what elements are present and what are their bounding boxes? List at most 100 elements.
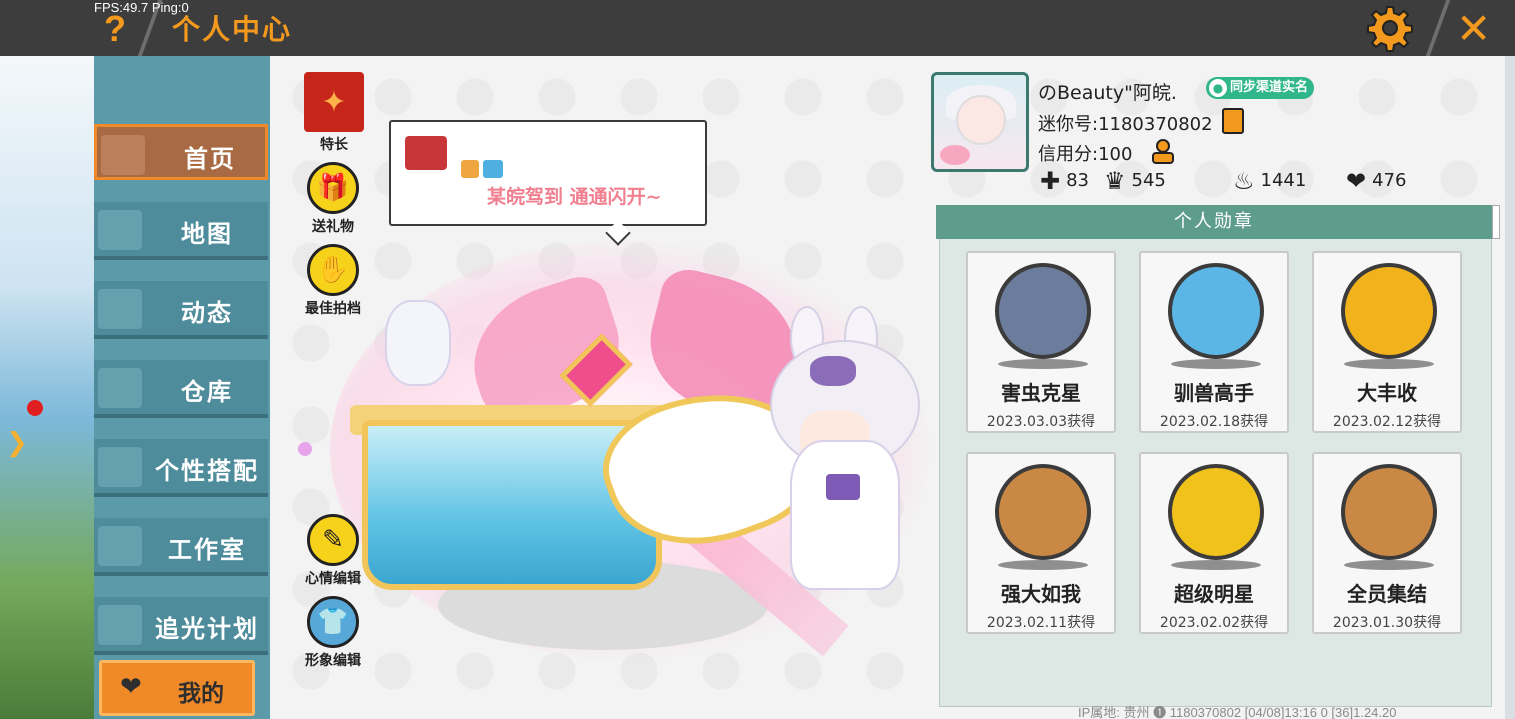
medal-date: 2023.02.12获得 xyxy=(1332,414,1442,430)
bell-icon xyxy=(98,289,142,329)
nav-item-outfit[interactable]: 个性搭配 xyxy=(94,439,268,497)
outfit-icon xyxy=(98,447,142,487)
specialty-button[interactable]: ✦ 特长 xyxy=(299,72,369,154)
stat-value: 545 xyxy=(1131,170,1166,191)
nav-item-label: 动态 xyxy=(181,299,233,327)
medal-icon xyxy=(995,263,1091,359)
character-tie xyxy=(826,474,860,500)
sync-label: 同步渠道实名 xyxy=(1230,80,1309,95)
medal-icon xyxy=(1341,464,1437,560)
close-button[interactable]: ✕ xyxy=(1456,4,1491,53)
medal-card[interactable]: 超级明星 2023.02.02获得 xyxy=(1139,452,1289,634)
medal-card[interactable]: 害虫克星 2023.03.03获得 xyxy=(966,251,1116,433)
nav-item-label: 追光计划 xyxy=(155,615,259,643)
medal-card[interactable]: 强大如我 2023.02.11获得 xyxy=(966,452,1116,634)
top-bar: FPS:49.7 Ping:0 ? 个人中心 ✕ xyxy=(0,0,1515,56)
mood-bubble[interactable]: 某皖驾到 通通闪开~ xyxy=(389,120,707,246)
medal-icon xyxy=(1168,263,1264,359)
nav-item-label: 仓库 xyxy=(181,378,233,406)
player-name: のBeauty"阿皖. xyxy=(1038,82,1177,104)
copy-icon[interactable] xyxy=(1222,108,1244,134)
stat-plus[interactable]: ✚ 83 xyxy=(1040,167,1089,195)
best-partner-button[interactable]: ✋ 最佳拍档 xyxy=(298,244,368,318)
nav-item-label: 工作室 xyxy=(168,536,246,564)
chevron-right-icon[interactable]: ❯ xyxy=(6,428,28,458)
medal-stand xyxy=(998,359,1088,369)
medal-stand xyxy=(1344,560,1434,570)
panel-edge xyxy=(1505,56,1515,719)
avatar[interactable] xyxy=(931,72,1029,172)
medal-stand xyxy=(1344,359,1434,369)
badge-icon xyxy=(461,160,479,178)
mini-id: 迷你号:1180370802 xyxy=(1038,114,1213,135)
medal-name: 害虫克星 xyxy=(1001,381,1081,405)
notification-dot xyxy=(27,400,43,416)
hearts-icon: ❤ xyxy=(1346,167,1367,195)
medal-date: 2023.03.03获得 xyxy=(986,414,1096,430)
divider xyxy=(1425,0,1451,56)
action-label: 心情编辑 xyxy=(305,571,361,587)
gift-icon: 🎁 xyxy=(307,162,359,214)
nav-item-label: 首页 xyxy=(184,145,236,173)
action-label: 最佳拍档 xyxy=(305,301,361,317)
medal-name: 驯兽高手 xyxy=(1174,381,1254,405)
user-icon: ● xyxy=(1209,79,1227,97)
medal-name: 全员集结 xyxy=(1347,582,1427,606)
outfit-edit-icon: 👕 xyxy=(307,596,359,648)
mood-message: 某皖驾到 通通闪开~ xyxy=(487,186,662,208)
medal-date: 2023.02.18获得 xyxy=(1159,414,1269,430)
nav-item-label: 个性搭配 xyxy=(155,457,259,485)
medal-header: 个人勋章 xyxy=(936,205,1492,239)
help-button[interactable]: ? xyxy=(104,8,126,50)
nav-item-plan[interactable]: 追光计划 xyxy=(94,597,268,655)
medal-date: 2023.02.02获得 xyxy=(1159,615,1269,631)
medal-stand xyxy=(1171,560,1261,570)
heart-icon: ❤ xyxy=(120,672,142,702)
mine-label: 我的 xyxy=(178,681,224,707)
avatar-face xyxy=(956,95,1006,145)
plan-icon xyxy=(98,605,142,645)
nav-item-home[interactable]: 首页 xyxy=(94,124,268,180)
nav-item-warehouse[interactable]: 仓库 xyxy=(94,360,268,418)
send-gift-button[interactable]: 🎁 送礼物 xyxy=(298,162,368,236)
stat-value: 1441 xyxy=(1260,170,1307,191)
stat-value: 83 xyxy=(1066,170,1090,191)
character-body[interactable] xyxy=(790,440,900,590)
sync-realname-button[interactable]: ● 同步渠道实名 xyxy=(1206,77,1315,99)
medal-stand xyxy=(1171,359,1261,369)
bunny-plush xyxy=(385,300,451,386)
nav-item-map[interactable]: 地图 xyxy=(94,202,268,260)
warehouse-icon xyxy=(98,368,142,408)
medal-name: 强大如我 xyxy=(1001,582,1081,606)
mood-edit-button[interactable]: ✎ 心情编辑 xyxy=(298,514,368,588)
person-icon[interactable] xyxy=(1150,138,1176,164)
fans-icon: ♛ xyxy=(1104,167,1126,195)
medal-icon xyxy=(1168,464,1264,560)
medal-card[interactable]: 全员集结 2023.01.30获得 xyxy=(1312,452,1462,634)
medal-name: 大丰收 xyxy=(1357,381,1417,405)
map-icon xyxy=(98,210,142,250)
medal-card[interactable]: 驯兽高手 2023.02.18获得 xyxy=(1139,251,1289,433)
gear-icon[interactable] xyxy=(1366,4,1414,56)
edit-icon: ✎ xyxy=(307,514,359,566)
medal-stand xyxy=(998,560,1088,570)
badge-icon xyxy=(483,160,503,178)
handshake-icon: ✋ xyxy=(307,244,359,296)
credit-score: 信用分:100 xyxy=(1038,144,1133,165)
action-label: 形象编辑 xyxy=(305,653,361,669)
mine-button[interactable]: ❤ 我的 xyxy=(99,660,255,716)
stat-fans[interactable]: ♛ 545 xyxy=(1104,167,1166,195)
nav-item-feed[interactable]: 动态 xyxy=(94,281,268,339)
nav-item-studio[interactable]: 工作室 xyxy=(94,518,268,576)
specialty-icon: ✦ xyxy=(304,72,364,132)
nav-item-label: 地图 xyxy=(181,220,233,248)
stat-likes[interactable]: ❤ 476 xyxy=(1346,167,1406,195)
stat-value: 476 xyxy=(1372,170,1407,191)
appearance-edit-button[interactable]: 👕 形象编辑 xyxy=(298,596,368,670)
medal-card[interactable]: 大丰收 2023.02.12获得 xyxy=(1312,251,1462,433)
avatar-flower xyxy=(940,145,970,165)
scrollbar[interactable] xyxy=(1492,205,1500,239)
stat-popularity[interactable]: ♨ 1441 xyxy=(1233,167,1306,195)
character-bow xyxy=(810,356,856,386)
action-label: 送礼物 xyxy=(312,219,354,235)
